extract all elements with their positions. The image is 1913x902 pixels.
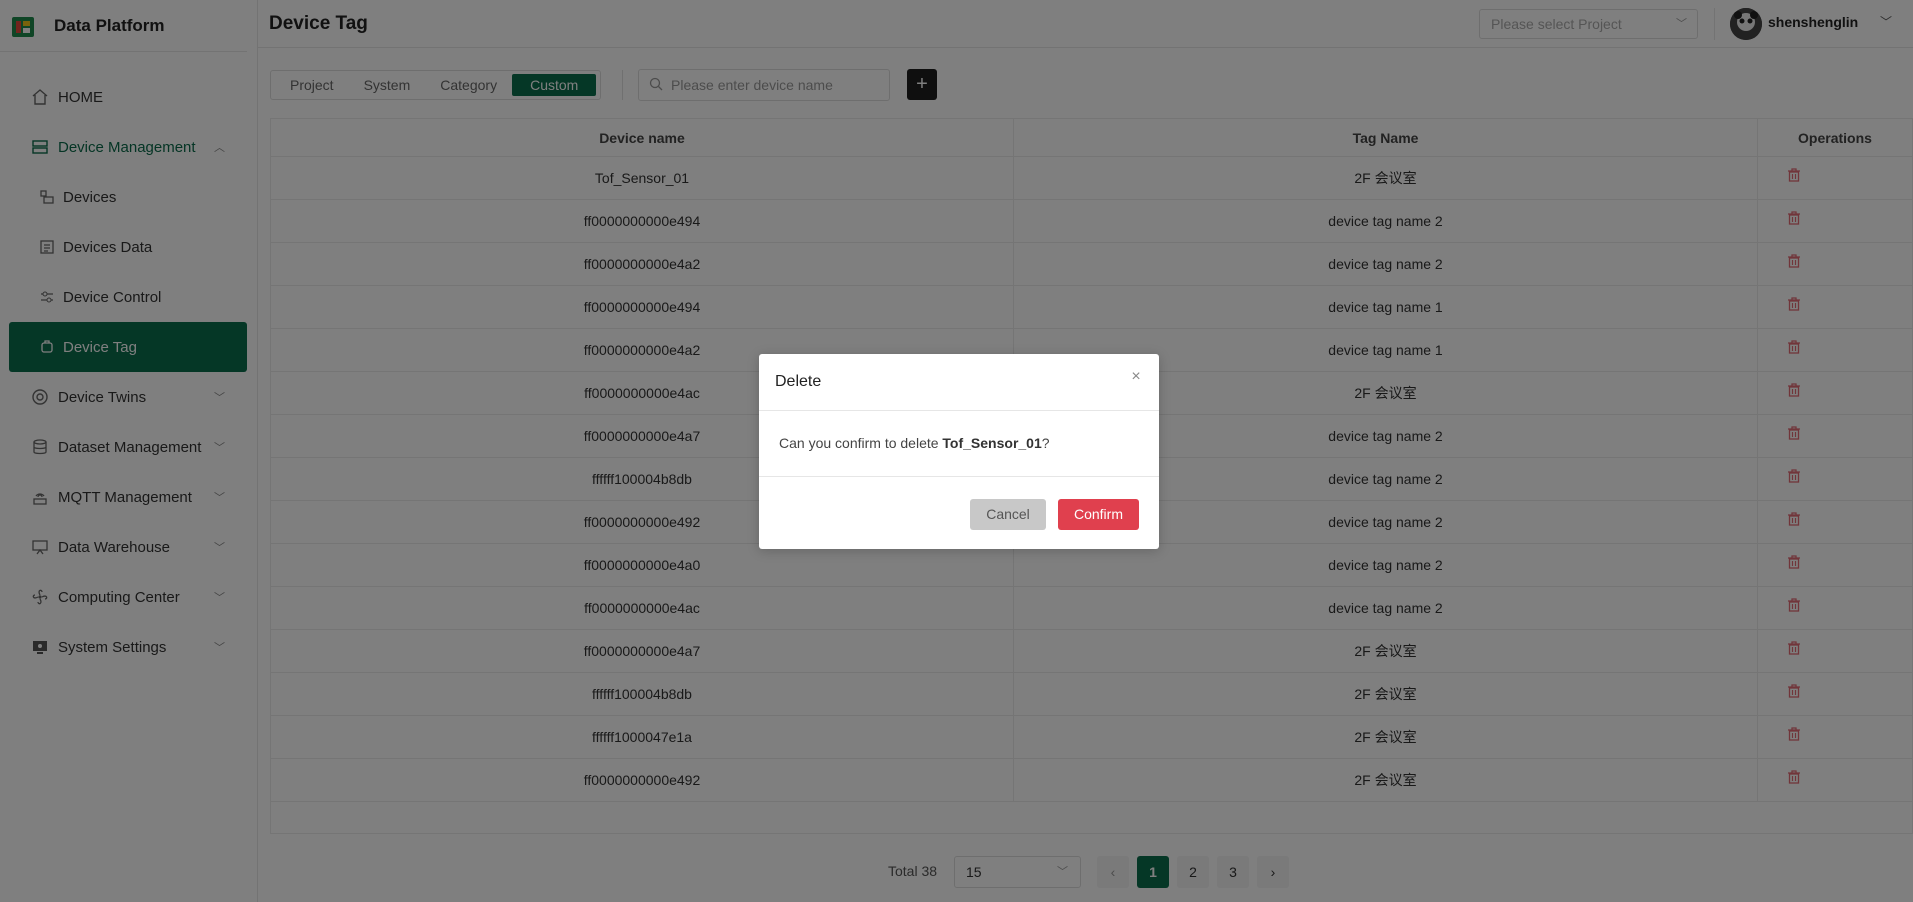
dialog-footer: Cancel Confirm — [759, 477, 1159, 547]
dialog-message-prefix: Can you confirm to delete — [779, 435, 943, 451]
dialog-target-name: Tof_Sensor_01 — [942, 435, 1042, 451]
confirm-button[interactable]: Confirm — [1058, 499, 1139, 530]
cancel-button[interactable]: Cancel — [970, 499, 1046, 530]
dialog-header: Delete × — [759, 354, 1159, 411]
dialog-message-suffix: ? — [1041, 435, 1050, 451]
dialog-title: Delete — [775, 373, 822, 390]
delete-dialog: Delete × Can you confirm to delete Tof_S… — [759, 354, 1159, 549]
close-icon[interactable]: × — [1127, 368, 1145, 386]
dialog-message: Can you confirm to delete Tof_Sensor_01? — [759, 411, 1159, 477]
